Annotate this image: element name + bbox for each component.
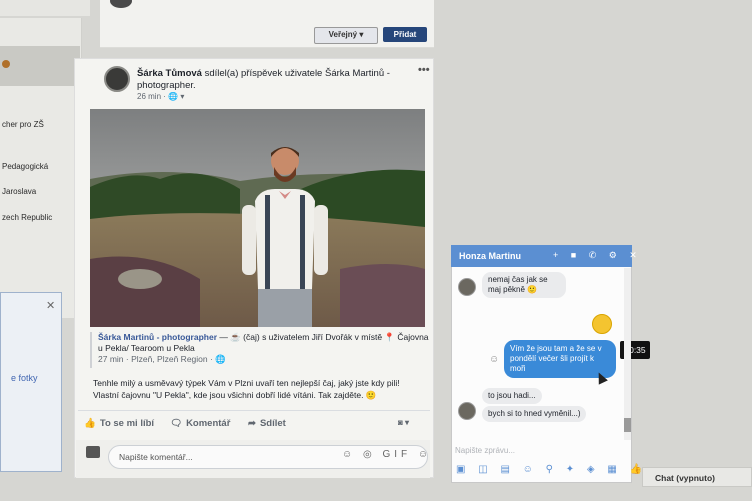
sidebar-highlight[interactable] xyxy=(0,46,80,86)
sidebar-top xyxy=(0,0,90,16)
comment-label: Komentář xyxy=(186,418,231,429)
share-icon: ➦ xyxy=(248,418,256,429)
seen-icon: ☺ xyxy=(489,354,500,365)
chat-status-bar[interactable]: Chat (vypnuto) xyxy=(642,467,752,487)
chat-message: bych si to hned vyměnil...) xyxy=(482,406,587,422)
group-icon xyxy=(2,60,10,68)
chat-message: nemaj čas jak se maj pěkně 🙂 xyxy=(482,272,566,298)
shared-meta: 27 min · Plzeň, Plzeň Region · 🌐 xyxy=(98,354,226,364)
reaction-selector-icon[interactable]: ◙ ▾ xyxy=(398,418,409,427)
shared-author-link[interactable]: Šárka Martinů - photographer xyxy=(98,332,217,342)
contact-avatar xyxy=(458,278,476,296)
add-post-button[interactable]: Přidat xyxy=(383,27,427,42)
post-header: Šárka Tůmová sdílel(a) příspěvek uživate… xyxy=(137,68,407,92)
post-text: Tenhle milý a usměvavý týpek Vám v Plzni… xyxy=(93,378,400,400)
shared-post-info: Šárka Martinů - photographer — ☕ (čaj) s… xyxy=(90,332,430,368)
smiley-emoji-icon xyxy=(592,314,612,334)
sidebar-item-4[interactable]: zech Republic xyxy=(2,213,52,222)
chat-message: to jsou hadi... xyxy=(482,388,542,404)
post-photo[interactable] xyxy=(90,109,425,327)
close-icon[interactable]: ✕ xyxy=(46,299,55,312)
share-label: Sdílet xyxy=(259,418,286,429)
post-composer: Veřejný ▾ Přidat xyxy=(100,0,434,48)
post-meta: 26 min · 🌐 ▾ xyxy=(137,92,184,101)
contact-avatar xyxy=(458,402,476,420)
commenter-avatar xyxy=(86,446,100,458)
sidebar-item-3[interactable]: Jaroslava xyxy=(2,187,36,196)
globe-icon: · 🌐 ▾ xyxy=(163,92,185,101)
privacy-button[interactable]: Veřejný ▾ xyxy=(314,27,378,44)
more-options-icon[interactable]: ••• xyxy=(418,64,430,76)
chat-tools-icons[interactable]: ▣ ◫ ▤ ☺ ⚲ ✦ ◈ ▦ 👍 xyxy=(456,464,647,475)
avatar xyxy=(110,0,132,8)
comment-tools-icons[interactable]: ☺ ◎ GIF ☺ xyxy=(342,449,432,460)
comment-button[interactable]: 🗨 Komentář xyxy=(170,418,230,429)
like-label: To se mi líbí xyxy=(99,418,155,429)
comment-icon: 🗨 xyxy=(170,418,183,429)
chat-message-input[interactable]: Napište zprávu... xyxy=(455,446,625,455)
chat-header-icons[interactable]: + ■ ✆ ⚙ ✕ xyxy=(553,250,642,261)
sidebar-ad-box: ✕ e fotky xyxy=(0,292,62,472)
share-button[interactable]: ➦ Sdílet xyxy=(248,418,286,429)
post-time[interactable]: 26 min xyxy=(137,92,161,101)
author-avatar[interactable] xyxy=(104,66,130,92)
chat-scrollbar-thumb[interactable] xyxy=(624,418,631,432)
sidebar-item-2[interactable]: Pedagogická xyxy=(2,162,48,171)
like-button[interactable]: 👍 To se mi líbí xyxy=(84,418,154,429)
sidebar-ad-link[interactable]: e fotky xyxy=(11,373,38,383)
like-icon: 👍 xyxy=(84,418,96,429)
chat-scrollbar[interactable] xyxy=(624,268,631,440)
author-name[interactable]: Šárka Tůmová xyxy=(137,68,202,79)
divider xyxy=(78,410,430,411)
sidebar-item-1[interactable]: cher pro ZŠ xyxy=(2,120,44,129)
